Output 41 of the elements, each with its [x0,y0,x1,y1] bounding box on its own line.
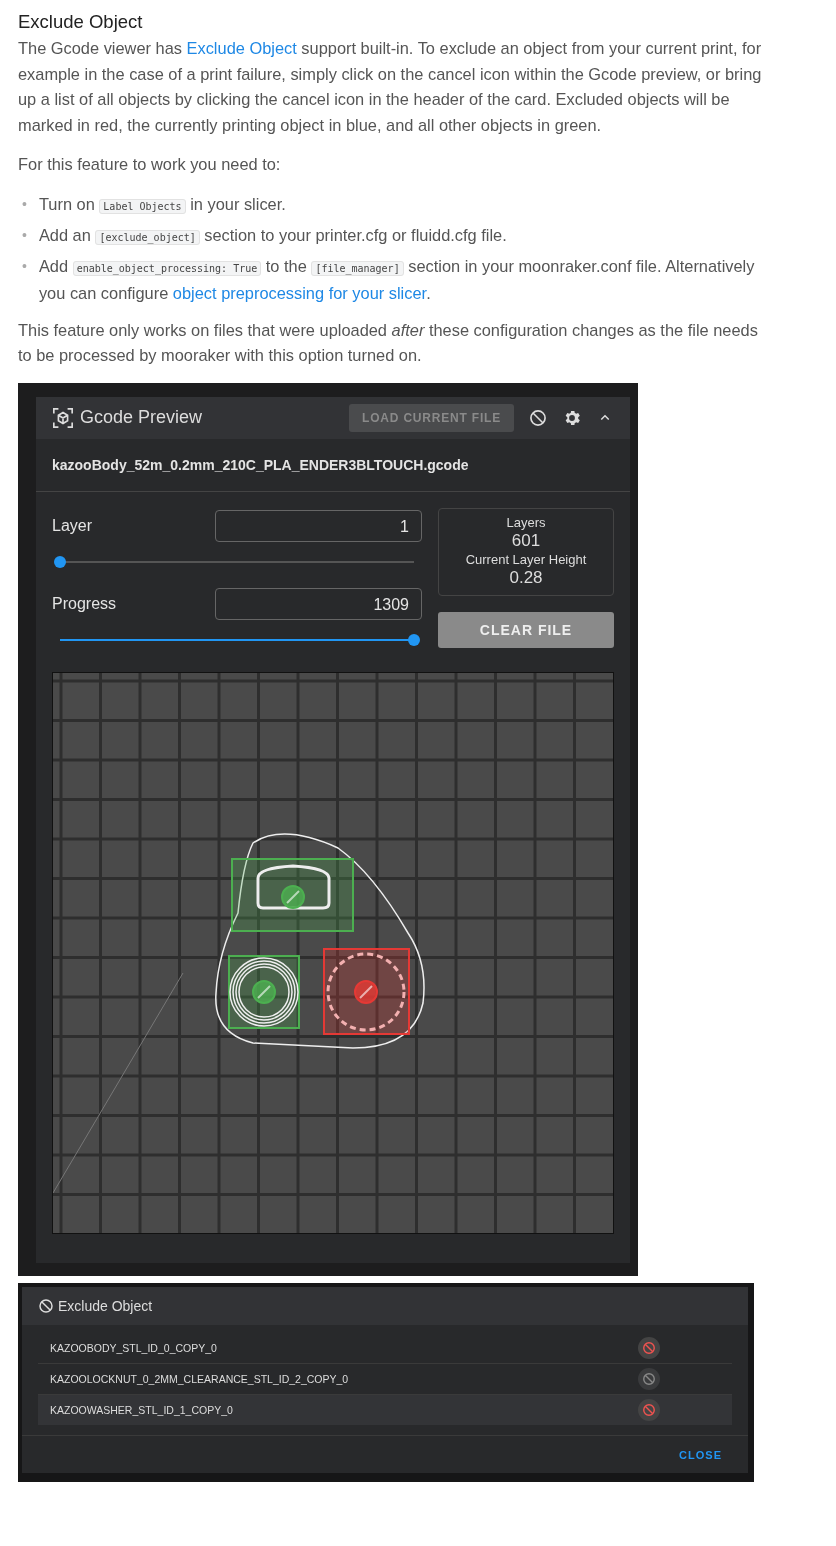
object-marker[interactable] [231,857,354,932]
exclude-object-link[interactable]: Exclude Object [186,39,297,57]
cube-icon [52,406,74,429]
cancel-icon [642,1402,656,1417]
card-title: Gcode Preview [80,407,204,428]
list-item: Add an [exclude_object] section to your printer.cfg or fluidd.cfg file. [38,224,507,247]
stat-label: Layers [506,514,546,530]
stat-label: Current Layer Height [465,551,587,567]
progress-field[interactable]: 1309 [215,587,422,620]
layer-label: Layer [52,516,93,535]
dialog-title: Exclude Object [58,1297,153,1314]
note-paragraph: This feature only works on files that were uploaded after these configuration changes as the file needs to be processed by mooraker with this option turned on. [18,319,759,366]
object-row[interactable]: KAZOOWASHER_STL_ID_1_COPY_0 [38,1394,732,1425]
stat-value: 0.28 [509,567,543,589]
stat-value: 601 [511,530,541,552]
bullet: • [22,256,27,276]
close-button[interactable]: CLOSE [673,1447,728,1462]
object-marker[interactable] [228,954,300,1029]
object-marker[interactable] [323,947,410,1035]
object-name: KAZOOBODY_STL_ID_0_COPY_0 [50,1341,217,1354]
bullet: • [22,225,27,245]
list-item: Turn on Label Objects in your slicer. [38,193,286,216]
gcode-viewer[interactable] [52,671,614,1234]
cancel-icon [642,1340,656,1355]
bullet: • [22,194,27,214]
section-heading: Exclude Object [18,10,144,34]
requirements-text: For this feature to work you need to: [18,154,282,175]
cancel-icon[interactable] [528,407,548,428]
progress-label: Progress [52,594,117,613]
intro-paragraph: The Gcode viewer has Exclude Object support built-in. To exclude an object from your current print, for example in the case of a print failure, simply click on the cancel icon within the Gcode preview, or bring up a list of all objects by clicking the cancel icon in the header of the card. Excluded objects will be marked in red, the currently printing object in blue, and all other objects in green. [18,38,763,136]
exclude-button[interactable] [638,1336,660,1359]
exclude-button[interactable] [638,1398,660,1421]
object-row[interactable]: KAZOOBODY_STL_ID_0_COPY_0 [38,1332,732,1364]
preprocessing-link[interactable]: object preprocessing for your slicer [172,283,427,302]
cancel-icon [38,1297,54,1314]
object-name: KAZOOWASHER_STL_ID_1_COPY_0 [50,1403,233,1416]
layer-field[interactable]: 1 [215,509,422,542]
cancel-icon [642,1371,656,1386]
file-name: kazooBody_52m_0.2mm_210C_PLA_ENDER3BLTOUCH.gcode [36,438,630,492]
object-name: KAZOOLOCKNUT_0_2MM_CLEARANCE_STL_ID_2_COPY_0 [50,1372,349,1385]
list-item: Add enable_object_processing: True to the [file_manager] section in your moonraker.conf file. Alternatively you can configure object preprocessing for your slicer. [38,255,756,304]
